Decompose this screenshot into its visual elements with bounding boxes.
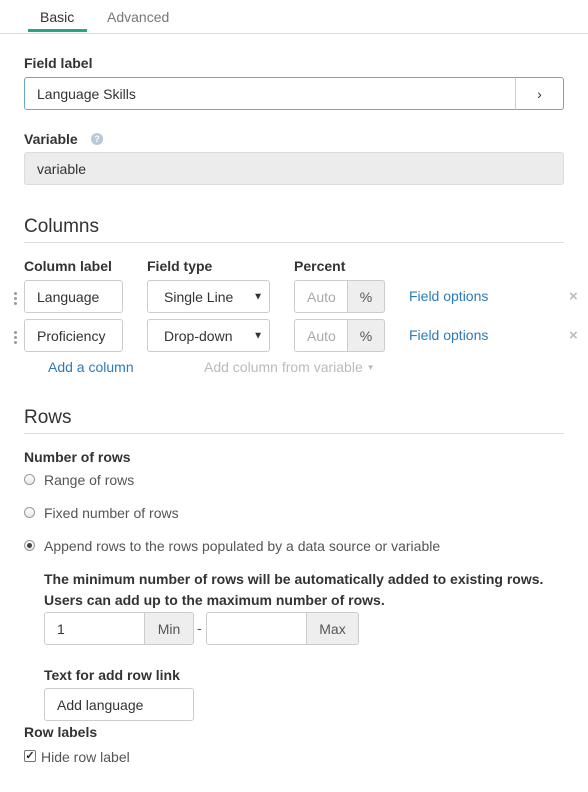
drag-handle-icon[interactable] <box>14 331 18 346</box>
field-label-value: Language Skills <box>37 85 136 102</box>
field-options-link[interactable]: Field options <box>409 288 488 304</box>
field-label-arrow-button[interactable]: › <box>515 77 564 110</box>
append-rows-label[interactable]: Append rows to the rows populated by a d… <box>44 538 440 554</box>
add-row-link-heading: Text for add row link <box>44 667 180 683</box>
hide-row-label-checkbox[interactable]: ✓ <box>24 750 36 762</box>
min-rows-value: 1 <box>57 620 65 637</box>
help-icon[interactable]: ? <box>91 133 103 145</box>
percent-placeholder: Auto <box>307 327 336 344</box>
min-rows-input[interactable]: 1 <box>44 612 145 645</box>
percent-addon: % <box>347 319 385 352</box>
caret-down-icon: ▼ <box>253 330 263 341</box>
min-addon: Min <box>144 612 194 645</box>
column-label-input[interactable]: Language <box>24 280 123 313</box>
add-row-text-value: Add language <box>57 696 144 713</box>
range-of-rows-label[interactable]: Range of rows <box>44 472 134 488</box>
column-label-value: Proficiency <box>37 327 106 344</box>
remove-column-icon[interactable]: × <box>569 289 578 304</box>
percent-input[interactable]: Auto <box>294 319 348 352</box>
rows-note-line2: Users can add up to the maximum number o… <box>44 592 385 608</box>
drag-handle-icon[interactable] <box>14 292 18 307</box>
range-of-rows-radio[interactable] <box>24 474 35 485</box>
percent-addon: % <box>347 280 385 313</box>
columns-divider <box>24 242 564 243</box>
field-type-value: Drop-down <box>164 327 233 344</box>
tab-basic[interactable]: Basic <box>40 9 74 25</box>
rows-divider <box>24 433 564 434</box>
field-label-input[interactable]: Language Skills <box>24 77 516 110</box>
hide-row-label-text[interactable]: Hide row label <box>41 749 130 765</box>
add-row-text-input[interactable]: Add language <box>44 688 194 721</box>
tab-advanced[interactable]: Advanced <box>107 9 169 25</box>
variable-input: variable <box>24 152 564 185</box>
chevron-right-icon: › <box>537 85 542 102</box>
variable-value: variable <box>37 160 87 177</box>
field-type-select[interactable]: Drop-down ▼ <box>147 319 270 352</box>
max-addon: Max <box>306 612 359 645</box>
field-options-link[interactable]: Field options <box>409 327 488 343</box>
add-column-from-variable-link[interactable]: Add column from variable ▼ <box>204 359 375 376</box>
tab-bar: Basic Advanced <box>0 0 588 34</box>
column-label-value: Language <box>37 288 100 305</box>
add-column-link[interactable]: Add a column <box>48 359 134 375</box>
number-of-rows-heading: Number of rows <box>24 449 131 465</box>
row-labels-heading: Row labels <box>24 724 98 740</box>
variable-heading: Variable <box>24 131 78 147</box>
field-label-heading: Field label <box>24 55 93 71</box>
append-rows-radio[interactable] <box>24 540 35 551</box>
fixed-rows-label[interactable]: Fixed number of rows <box>44 505 179 521</box>
remove-column-icon[interactable]: × <box>569 328 578 343</box>
fixed-rows-radio[interactable] <box>24 507 35 518</box>
columns-title: Columns <box>24 216 99 237</box>
rows-note-line1: The minimum number of rows will be autom… <box>44 571 544 587</box>
active-tab-indicator <box>28 29 87 32</box>
caret-down-icon: ▼ <box>366 363 375 372</box>
caret-down-icon: ▼ <box>253 291 263 302</box>
max-rows-input[interactable] <box>206 612 307 645</box>
range-separator: - <box>197 620 202 636</box>
percent-header: Percent <box>294 258 346 274</box>
column-label-input[interactable]: Proficiency <box>24 319 123 352</box>
column-label-header: Column label <box>24 258 112 274</box>
percent-input[interactable]: Auto <box>294 280 348 313</box>
percent-placeholder: Auto <box>307 288 336 305</box>
field-type-value: Single Line <box>164 288 234 305</box>
field-type-select[interactable]: Single Line ▼ <box>147 280 270 313</box>
field-type-header: Field type <box>147 258 213 274</box>
rows-title: Rows <box>24 407 72 428</box>
add-column-from-variable-label: Add column from variable <box>204 359 363 375</box>
